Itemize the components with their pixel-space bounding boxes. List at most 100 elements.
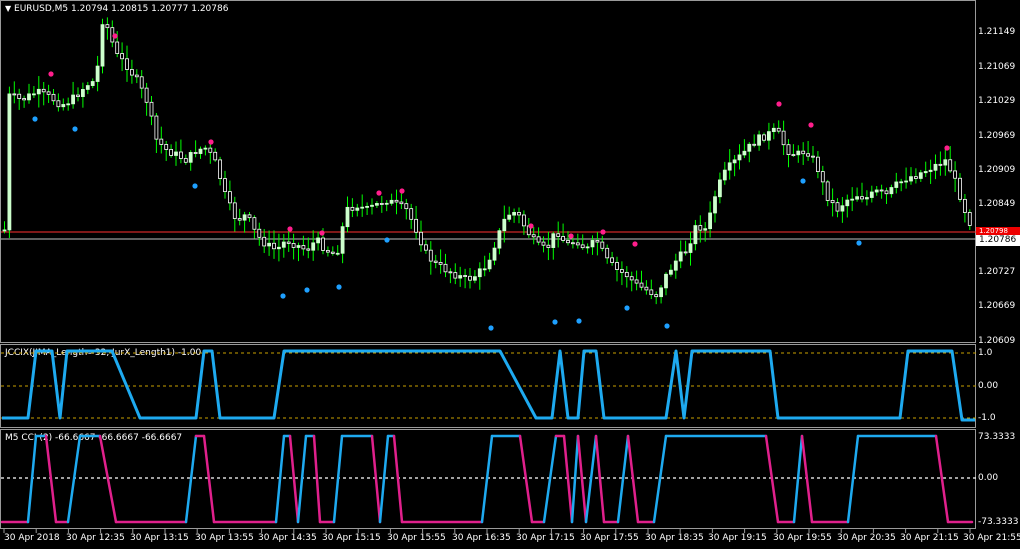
cci-line-segment bbox=[626, 434, 640, 524]
candle-body bbox=[409, 208, 414, 220]
candle-body bbox=[860, 196, 864, 200]
candle-body bbox=[580, 244, 585, 249]
lower-signal-dot bbox=[488, 325, 494, 331]
candle-body bbox=[120, 53, 124, 60]
candle-body bbox=[732, 159, 737, 164]
candle-body bbox=[134, 74, 139, 78]
candle-body bbox=[311, 242, 316, 251]
candle-body bbox=[379, 203, 384, 205]
cci-line-segment bbox=[332, 434, 344, 524]
candle-body bbox=[237, 218, 242, 221]
candle-body bbox=[105, 24, 110, 29]
cci-line-segment bbox=[562, 434, 574, 524]
candle-body bbox=[556, 233, 561, 237]
candle-body bbox=[517, 212, 521, 216]
upper-signal-dot bbox=[632, 241, 638, 247]
candle-body bbox=[933, 163, 938, 171]
candle-body bbox=[12, 93, 17, 96]
candle-body bbox=[958, 177, 962, 200]
candle-body bbox=[874, 189, 879, 193]
candle-body bbox=[321, 237, 325, 251]
candle-body bbox=[399, 201, 404, 205]
candle-body bbox=[232, 202, 237, 219]
candle-body bbox=[423, 244, 428, 251]
candle-body bbox=[811, 155, 815, 158]
cci-line-segment bbox=[570, 434, 580, 524]
candle-body bbox=[566, 240, 570, 244]
candle-body bbox=[492, 247, 497, 261]
candle-body bbox=[953, 170, 957, 179]
candle-body bbox=[17, 93, 22, 99]
upper-signal-dot bbox=[808, 122, 814, 128]
candle-body bbox=[948, 159, 953, 172]
candle-body bbox=[247, 214, 252, 219]
lower-signal-dot bbox=[304, 287, 310, 293]
candle-body bbox=[257, 228, 262, 238]
candle-body bbox=[159, 138, 164, 145]
candle-body bbox=[624, 271, 629, 278]
candle-body bbox=[296, 245, 301, 248]
candle-body bbox=[737, 154, 742, 161]
candle-body bbox=[389, 199, 394, 204]
candle-body bbox=[757, 134, 761, 146]
candle-body bbox=[541, 241, 546, 246]
cci-line-segment bbox=[934, 434, 950, 524]
cci-line-segment bbox=[584, 434, 598, 524]
candle-body bbox=[747, 143, 752, 152]
candle-body bbox=[585, 246, 590, 249]
candle-body bbox=[90, 81, 95, 86]
candle-body bbox=[374, 203, 379, 206]
candle-body bbox=[428, 249, 433, 262]
cci-line-segment bbox=[202, 434, 216, 524]
candle-body bbox=[904, 180, 908, 183]
upper-signal-dot bbox=[319, 230, 325, 236]
candle-body bbox=[889, 187, 894, 195]
cci-line-segment bbox=[378, 434, 390, 524]
cci-line-segment bbox=[594, 434, 606, 524]
cci-line-segment bbox=[184, 434, 198, 524]
candle-body bbox=[365, 205, 370, 208]
candle-body bbox=[909, 176, 913, 182]
candle-body bbox=[669, 269, 673, 275]
cci-line-segment bbox=[312, 434, 322, 524]
candle-body bbox=[879, 189, 884, 192]
candle-body bbox=[487, 259, 492, 270]
cci-line-segment bbox=[518, 434, 534, 524]
candle-body bbox=[56, 100, 61, 108]
candle-body bbox=[404, 203, 409, 210]
candle-body bbox=[345, 206, 350, 228]
candle-body bbox=[967, 212, 972, 226]
candle-body bbox=[855, 196, 859, 200]
candle-body bbox=[129, 69, 134, 76]
candle-body bbox=[522, 214, 526, 227]
upper-signal-dot bbox=[528, 223, 534, 229]
candle-body bbox=[203, 147, 208, 150]
candle-body bbox=[683, 251, 688, 254]
candle-body bbox=[360, 206, 365, 209]
lower-signal-dot bbox=[800, 178, 806, 184]
candle-body bbox=[830, 199, 835, 204]
lower-signal-dot bbox=[336, 284, 342, 290]
candle-body bbox=[335, 252, 340, 255]
candle-body bbox=[174, 151, 178, 156]
candle-body bbox=[727, 162, 732, 171]
upper-signal-dot bbox=[48, 71, 54, 77]
candle-body bbox=[835, 202, 840, 212]
candle-body bbox=[762, 134, 766, 141]
candle-body bbox=[649, 289, 654, 296]
candle-body bbox=[507, 214, 512, 220]
candle-body bbox=[85, 85, 90, 90]
candle-body bbox=[384, 202, 389, 205]
candle-body bbox=[272, 242, 276, 250]
candle-body bbox=[46, 91, 51, 95]
candle-body bbox=[183, 158, 188, 163]
candle-body bbox=[448, 271, 453, 274]
candle-body bbox=[81, 89, 85, 97]
lower-signal-dot bbox=[664, 323, 670, 329]
candle-body bbox=[845, 199, 850, 207]
upper-signal-dot bbox=[287, 226, 293, 232]
candle-body bbox=[61, 104, 66, 108]
candle-body bbox=[708, 212, 712, 230]
candle-body bbox=[688, 243, 693, 253]
candle-body bbox=[644, 286, 649, 291]
